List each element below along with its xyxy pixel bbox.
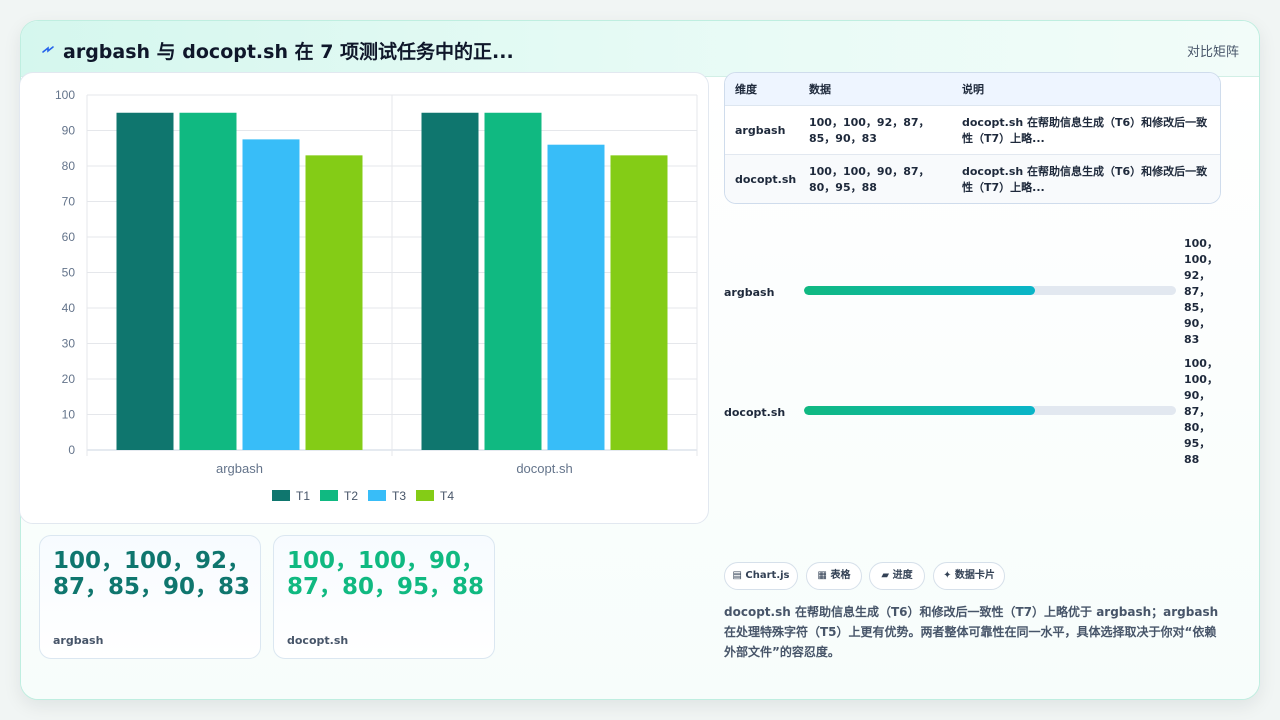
x-tick-label: docopt.sh [516,461,572,476]
progress-track [804,406,1176,415]
table-header-cell: 说明 [962,83,984,96]
y-tick-label: 90 [62,124,76,138]
bar-t1-2 [421,112,479,450]
legend-label: T1 [296,489,310,503]
y-tick-label: 40 [62,301,76,315]
stat-card-value: 100，100，90，87，80，95，88 [287,548,485,600]
progress-value: 100，100，92，87，85，90，83 [1184,237,1218,346]
x-tick-label: argbash [216,461,263,476]
chip-table[interactable]: ▦ 表格 [806,562,862,590]
legend-swatch [272,490,290,501]
table-cell-description: docopt.sh 在帮助信息生成（T6）和修改后一致性（T7）上略... [962,116,1208,145]
legend-label: T3 [392,489,406,503]
y-tick-label: 70 [62,195,76,209]
table-cell-dimension: argbash [735,124,786,137]
table-header-cell: 维度 [735,83,757,96]
data-table: 维度 数据 说明 argbash 100，100，92，87，85，90，83 … [724,72,1221,204]
chip-chartjs[interactable]: ▤ Chart.js [724,562,798,590]
legend-label: T4 [440,489,454,503]
table-cell-description: docopt.sh 在帮助信息生成（T6）和修改后一致性（T7）上略... [962,165,1208,194]
chip-data-cards[interactable]: ✦ 数据卡片 [933,562,1005,590]
progress-row-docopt: docopt.sh 100，100，90，87，80，95，88 [724,352,1224,472]
table-cell-data: 100，100，90，87，80，95，88 [809,165,930,194]
stat-card-argbash: 100，100，92，87，85，90，83 argbash [39,535,261,659]
bar-t3-2 [547,144,605,450]
y-tick-label: 60 [62,230,76,244]
y-tick-label: 30 [62,337,76,351]
table-cell-data: 100，100，92，87，85，90，83 [809,116,930,145]
progress-label: argbash [724,286,775,299]
y-tick-label: 80 [62,159,76,173]
page-title: argbash 与 docopt.sh 在 7 项测试任务中的正... [63,41,514,63]
legend-swatch [416,490,434,501]
view-mode-label[interactable]: 对比矩阵 [1187,41,1239,60]
table-header-cell: 数据 [809,83,831,96]
bar-t1-1 [116,112,174,450]
legend-swatch [368,490,386,501]
table-header-row: 维度 数据 说明 [725,73,1220,106]
card-header: argbash 与 docopt.sh 在 7 项测试任务中的正... 对比矩阵 [21,21,1259,77]
progress-track [804,286,1176,295]
bar-t4-1 [305,155,363,450]
progress-label: docopt.sh [724,406,786,419]
y-tick-label: 10 [62,408,76,422]
bar-t2-1 [179,112,237,450]
y-tick-label: 50 [62,266,76,280]
progress-row-argbash: argbash 100，100，92，87，85，90，83 [724,232,1224,352]
bar-t4-2 [610,155,668,450]
stat-card-label: docopt.sh [287,634,349,647]
stat-card-docopt: 100，100，90，87，80，95，88 docopt.sh [273,535,495,659]
chip-progress[interactable]: ▰ 进度 [869,562,925,590]
bar-t2-2 [484,112,542,450]
stat-card-label: argbash [53,634,104,647]
chart-panel: 0 10 20 30 40 50 60 70 80 90 100 argbash docopt.sh T1… [19,72,709,524]
table-row: docopt.sh 100，100，90，87，80，95，88 docopt.… [725,155,1220,203]
progress-fill [804,286,1035,295]
stat-card-value: 100，100，92，87，85，90，83 [53,548,251,600]
legend-swatch [320,490,338,501]
bar-t3-1 [242,139,300,450]
progress-value: 100，100，90，87，80，95，88 [1184,357,1218,466]
summary-text: docopt.sh 在帮助信息生成（T6）和修改后一致性（T7）上略优于 arg… [724,605,1219,659]
y-tick-label: 20 [62,372,76,386]
table-row: argbash 100，100，92，87，85，90，83 docopt.sh… [725,106,1220,155]
y-tick-label: 0 [68,443,75,457]
legend-label: T2 [344,489,358,503]
table-cell-dimension: docopt.sh [735,173,797,186]
lightning-icon [42,46,54,53]
bar-chart: 0 10 20 30 40 50 60 70 80 90 100 argbash docopt.sh T1… [55,88,698,503]
progress-fill [804,406,1035,415]
y-tick-label: 100 [55,88,75,102]
